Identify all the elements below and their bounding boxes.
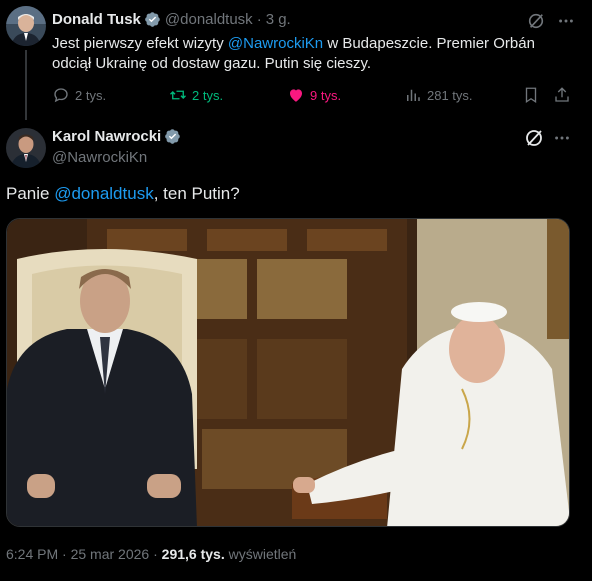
avatar-donald-tusk[interactable] xyxy=(6,6,46,46)
verified-badge-icon xyxy=(145,12,160,27)
tweet1-text: Jest pierwszy efekt wizyty @NawrockiKn w… xyxy=(52,34,572,74)
author-handle[interactable]: @donaldtusk xyxy=(165,11,253,28)
author-handle[interactable]: @NawrockiKn xyxy=(52,149,147,166)
tweet2-text: Panie @donaldtusk, ten Putin? xyxy=(6,184,240,204)
views-label: wyświetleń xyxy=(228,546,297,562)
separator-dot: · xyxy=(62,546,67,562)
author-name[interactable]: Karol Nawrocki xyxy=(52,128,161,145)
views-button[interactable]: 281 tys. xyxy=(404,86,473,104)
more-icon[interactable] xyxy=(557,12,575,35)
views-icon xyxy=(407,89,420,101)
retweet-count: 2 tys. xyxy=(192,87,224,103)
reply-button[interactable]: 2 tys. xyxy=(52,86,106,104)
author-name[interactable]: Donald Tusk xyxy=(52,11,141,28)
share-icon xyxy=(555,87,569,102)
verified-badge-icon xyxy=(165,129,180,144)
like-button[interactable]: 9 tys. xyxy=(287,86,341,104)
reply-count: 2 tys. xyxy=(75,87,107,103)
tweet-time[interactable]: 3 g. xyxy=(266,11,291,28)
thread-connector-line xyxy=(25,50,27,120)
separator-dot: · xyxy=(256,11,262,28)
mention-link[interactable]: @donaldtusk xyxy=(54,184,154,203)
views-count: 291,6 tys. xyxy=(161,546,225,562)
tweet2-header: Karol Nawrocki xyxy=(52,128,181,145)
reply-icon xyxy=(54,88,68,103)
tweet1-text-start: Jest pierwszy efekt wizyty xyxy=(52,35,228,52)
photo-image xyxy=(7,219,569,526)
bookmark-button[interactable] xyxy=(522,86,545,104)
tweet2-text-prefix: Panie xyxy=(6,184,55,203)
heart-icon xyxy=(290,89,302,102)
tweet1-actions: 2 tys. 2 tys. 9 tys. 281 tys. xyxy=(52,86,582,106)
retweet-button[interactable]: 2 tys. xyxy=(169,86,223,104)
tweet2-text-suffix: , ten Putin? xyxy=(153,184,240,203)
retweet-icon xyxy=(170,90,186,100)
views-count: 281 tys. xyxy=(427,87,473,103)
post-time[interactable]: 6:24 PM xyxy=(6,546,58,562)
parent-tweet[interactable]: Donald Tusk @donaldtusk · 3 g. Jest pier… xyxy=(0,0,592,120)
bookmark-icon xyxy=(525,87,537,104)
avatar-karol-nawrocki[interactable] xyxy=(6,128,46,168)
mention-link[interactable]: @NawrockiKn xyxy=(228,35,323,52)
grok-icon[interactable] xyxy=(527,12,545,35)
tweet-meta: 6:24 PM · 25 mar 2026 · 291,6 tys. wyświ… xyxy=(6,546,296,562)
more-icon[interactable] xyxy=(553,129,571,152)
grok-icon[interactable] xyxy=(524,128,544,153)
post-date[interactable]: 25 mar 2026 xyxy=(71,546,150,562)
like-count: 9 tys. xyxy=(310,87,342,103)
tweet1-header: Donald Tusk @donaldtusk · 3 g. xyxy=(52,11,291,28)
separator-dot: · xyxy=(153,546,158,562)
share-button[interactable] xyxy=(553,86,576,104)
tweet-photo[interactable] xyxy=(6,218,570,527)
